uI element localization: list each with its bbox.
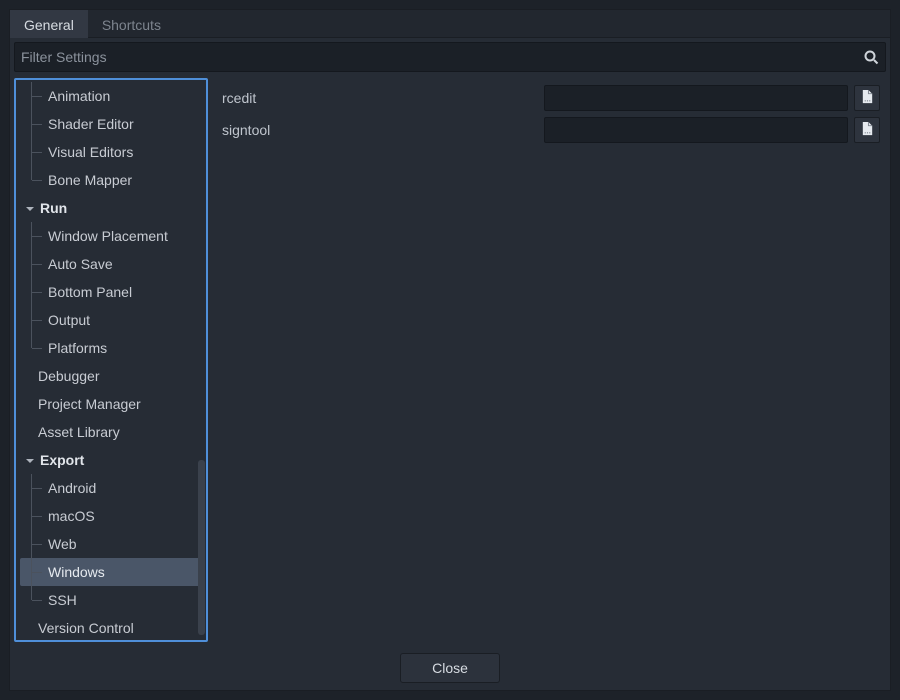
dialog-footer: Close [10, 646, 890, 690]
property-row-rcedit: rcedit [218, 82, 880, 114]
sidebar-item-bone-mapper[interactable]: Bone Mapper [20, 166, 202, 194]
sidebar-item-label: Run [40, 200, 67, 216]
sidebar-item-label: Shader Editor [48, 116, 134, 132]
filter-settings-input[interactable] [21, 49, 863, 65]
search-icon [863, 49, 879, 65]
sidebar-item-android[interactable]: Android [20, 474, 202, 502]
sidebar-item-window-placement[interactable]: Window Placement [20, 222, 202, 250]
sidebar-item-label: Project Manager [38, 396, 141, 412]
filter-row [14, 42, 886, 72]
sidebar-item-windows[interactable]: Windows [20, 558, 202, 586]
sidebar-item-export[interactable]: Export [20, 446, 202, 474]
sidebar-item-label: Auto Save [48, 256, 113, 272]
sidebar-item-label: Output [48, 312, 90, 328]
file-icon [860, 121, 875, 139]
tab-bar: General Shortcuts [10, 10, 890, 38]
sidebar-item-platforms[interactable]: Platforms [20, 334, 202, 362]
sidebar-item-label: Bottom Panel [48, 284, 132, 300]
sidebar-item-visual-editors[interactable]: Visual Editors [20, 138, 202, 166]
sidebar-item-auto-save[interactable]: Auto Save [20, 250, 202, 278]
dialog-body: Animation Shader Editor Visual Editors Bone… [10, 74, 890, 646]
tab-general[interactable]: General [10, 10, 88, 38]
sidebar-item-bottom-panel[interactable]: Bottom Panel [20, 278, 202, 306]
rcedit-path-input[interactable] [544, 85, 848, 111]
sidebar-item-label: Debugger [38, 368, 100, 384]
sidebar-item-web[interactable]: Web [20, 530, 202, 558]
settings-category-tree: Animation Shader Editor Visual Editors Bone… [14, 78, 208, 642]
sidebar-item-label: macOS [48, 508, 95, 524]
sidebar-item-asset-library[interactable]: Asset Library [20, 418, 202, 446]
sidebar-item-label: Animation [48, 88, 110, 104]
chevron-down-icon[interactable] [24, 202, 36, 214]
sidebar-item-label: Bone Mapper [48, 172, 132, 188]
sidebar-item-project-manager[interactable]: Project Manager [20, 390, 202, 418]
sidebar-item-debugger[interactable]: Debugger [20, 362, 202, 390]
browse-file-button[interactable] [854, 85, 880, 111]
sidebar-item-macos[interactable]: macOS [20, 502, 202, 530]
sidebar-item-label: Web [48, 536, 77, 552]
tab-shortcuts[interactable]: Shortcuts [88, 10, 175, 38]
property-label: signtool [218, 122, 538, 138]
property-label: rcedit [218, 90, 538, 106]
sidebar-item-output[interactable]: Output [20, 306, 202, 334]
sidebar-item-version-control[interactable]: Version Control [20, 614, 202, 642]
sidebar-item-label: Window Placement [48, 228, 168, 244]
close-button[interactable]: Close [400, 653, 500, 683]
chevron-down-icon[interactable] [24, 454, 36, 466]
sidebar-item-label: Visual Editors [48, 144, 133, 160]
sidebar-scrollbar[interactable] [198, 460, 205, 635]
sidebar-item-animation[interactable]: Animation [20, 82, 202, 110]
sidebar-item-label: Version Control [38, 620, 134, 636]
editor-settings-dialog: General Shortcuts Animation Shader Editor… [9, 9, 891, 691]
sidebar-item-label: Windows [48, 564, 105, 580]
browse-file-button[interactable] [854, 117, 880, 143]
sidebar-item-label: Android [48, 480, 96, 496]
sidebar-item-label: SSH [48, 592, 77, 608]
signtool-path-input[interactable] [544, 117, 848, 143]
sidebar-item-ssh[interactable]: SSH [20, 586, 202, 614]
sidebar-item-run[interactable]: Run [20, 194, 202, 222]
property-row-signtool: signtool [218, 114, 880, 146]
sidebar-item-shader-editor[interactable]: Shader Editor [20, 110, 202, 138]
sidebar-item-label: Asset Library [38, 424, 120, 440]
sidebar-item-label: Platforms [48, 340, 107, 356]
file-icon [860, 89, 875, 107]
settings-property-panel: rcedit signtool [212, 78, 886, 642]
sidebar-item-label: Export [40, 452, 84, 468]
